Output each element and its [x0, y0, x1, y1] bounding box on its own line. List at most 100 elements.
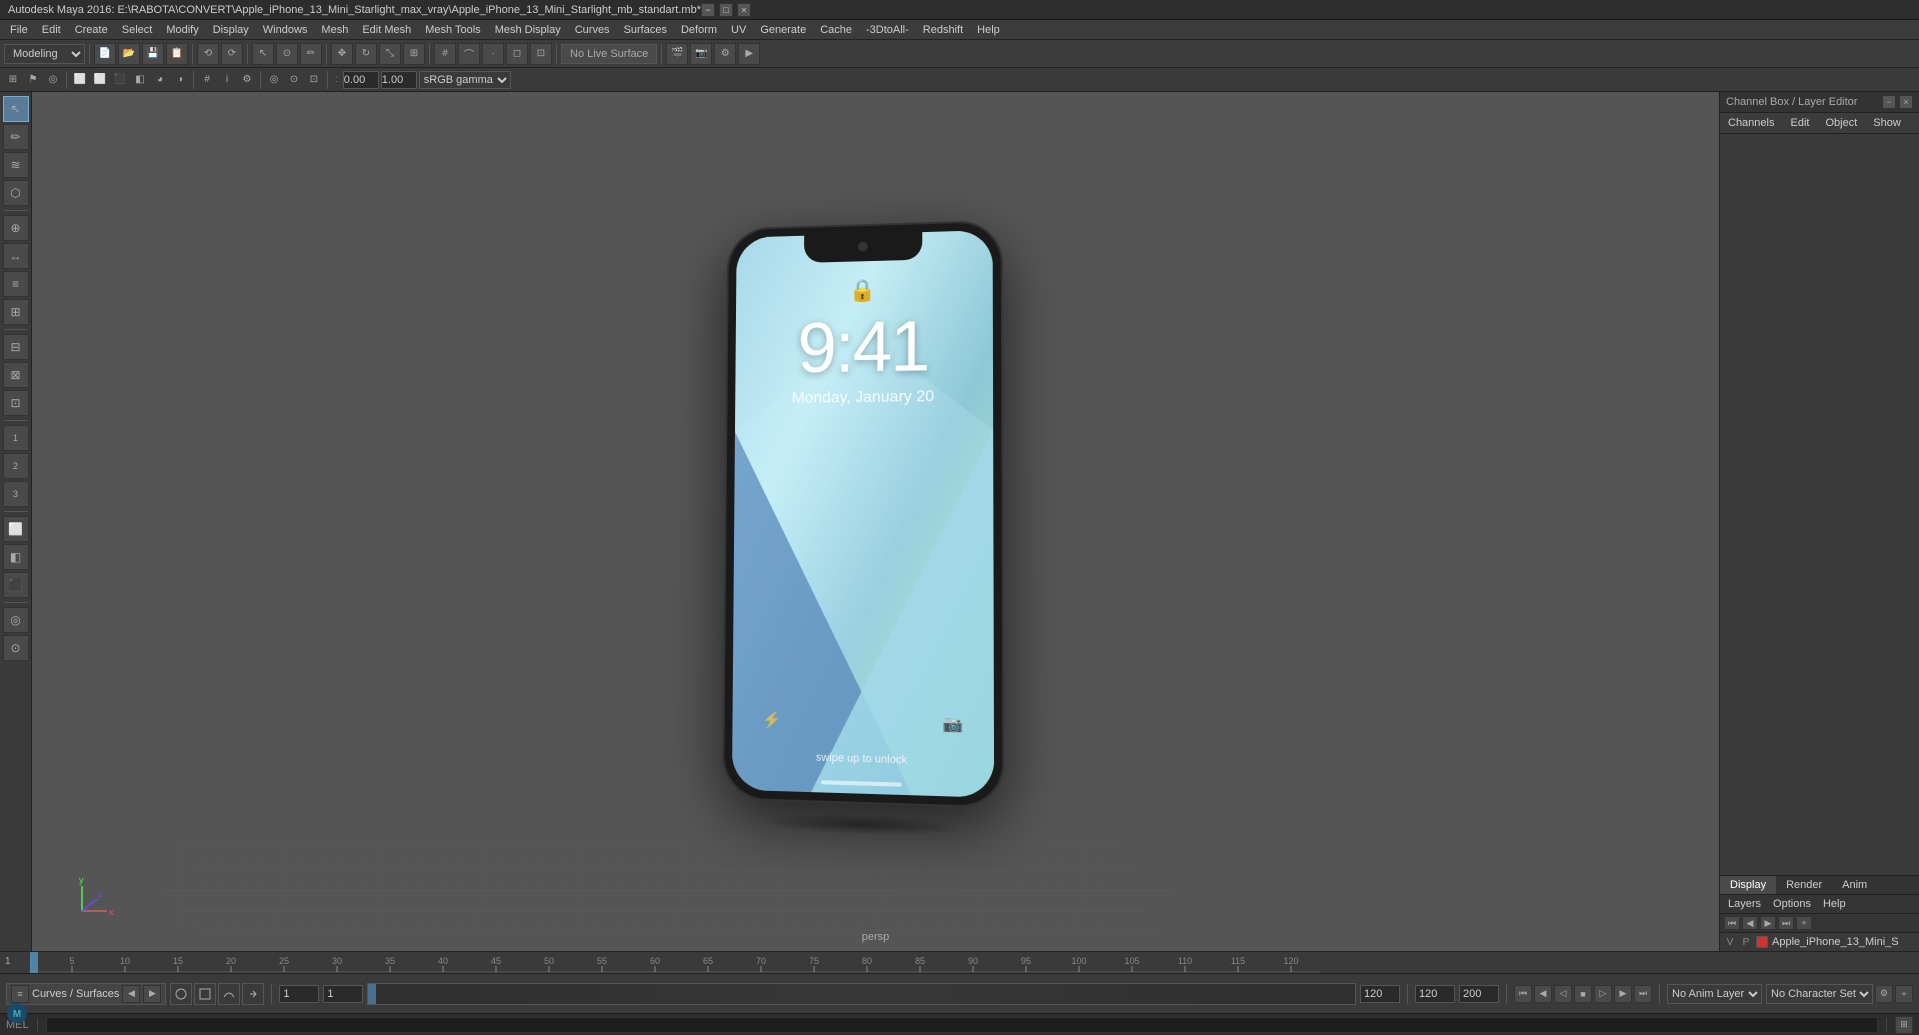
layer-nav-add[interactable]: + [1796, 916, 1812, 930]
layer-p-toggle[interactable]: P [1740, 937, 1752, 948]
snap-surface-button[interactable]: ◻ [506, 43, 528, 65]
menu-file[interactable]: File [4, 22, 34, 38]
mode-next-button[interactable]: ▶ [143, 985, 161, 1003]
stop-button[interactable]: ■ [1574, 985, 1592, 1003]
menu-surfaces[interactable]: Surfaces [618, 22, 673, 38]
light-button[interactable]: ◕ [151, 71, 169, 89]
viewport-options-button[interactable]: ⚙ [238, 71, 256, 89]
misc-tool-2[interactable]: ⊙ [3, 635, 29, 661]
focus-button[interactable]: ⊡ [305, 71, 323, 89]
timeline-track[interactable] [367, 983, 1356, 1005]
square-shape-button[interactable] [194, 983, 216, 1005]
camera-fit-button[interactable]: ⊞ [4, 71, 22, 89]
skip-to-end-button[interactable]: ⏭ [1634, 985, 1652, 1003]
menu-cache[interactable]: Cache [814, 22, 858, 38]
ipr-render-button[interactable]: 📷 [690, 43, 712, 65]
tab-render[interactable]: Render [1776, 876, 1832, 894]
curve-shape-button[interactable] [218, 983, 240, 1005]
playback-start-input[interactable] [1415, 985, 1455, 1003]
bookmark-button[interactable]: ⚑ [24, 71, 42, 89]
current-frame-input[interactable] [323, 985, 363, 1003]
menu-mesh-display[interactable]: Mesh Display [489, 22, 567, 38]
layer-nav-first[interactable]: ⏮ [1724, 916, 1740, 930]
viewport[interactable]: x y z persp [32, 92, 1719, 951]
new-scene-button[interactable]: 📄 [94, 43, 116, 65]
character-set-options-button[interactable]: ⚙ [1875, 985, 1893, 1003]
shading-mode-1[interactable]: ⬜ [3, 516, 29, 542]
snap-curve-button[interactable]: ⌒ [458, 43, 480, 65]
live-surface-button[interactable]: No Live Surface [561, 44, 657, 64]
layer-nav-next[interactable]: ▶ [1760, 916, 1776, 930]
isolate-button[interactable]: ⊙ [285, 71, 303, 89]
view-manip-button[interactable]: ◎ [44, 71, 62, 89]
character-set-add-button[interactable]: + [1895, 985, 1913, 1003]
panel-close-button[interactable]: × [1899, 95, 1913, 109]
snap-tool[interactable]: ⊕ [3, 215, 29, 241]
menu-mesh-tools[interactable]: Mesh Tools [419, 22, 486, 38]
deform-tool[interactable]: ⬡ [3, 180, 29, 206]
menu-edit[interactable]: Edit [36, 22, 67, 38]
frame-end-input[interactable] [1360, 985, 1400, 1003]
menu-windows[interactable]: Windows [257, 22, 314, 38]
anim-layer-dropdown[interactable]: No Anim Layer [1667, 984, 1762, 1004]
tab-show[interactable]: Show [1869, 115, 1905, 131]
menu-deform[interactable]: Deform [675, 22, 723, 38]
lasso-tool-button[interactable]: ⊙ [276, 43, 298, 65]
render-button[interactable]: 🎬 [666, 43, 688, 65]
grid-toggle-button[interactable]: # [198, 71, 216, 89]
menu-create[interactable]: Create [69, 22, 114, 38]
exposure-input[interactable] [343, 71, 379, 89]
measure-tool[interactable]: ↔ [3, 243, 29, 269]
tab-display[interactable]: Display [1720, 876, 1776, 894]
misc-tool-1[interactable]: ◎ [3, 607, 29, 633]
smooth-display-2[interactable]: 2 [3, 453, 29, 479]
select-tool-button[interactable]: ↖ [252, 43, 274, 65]
tab-object[interactable]: Object [1821, 115, 1861, 131]
arrow-shape-button[interactable] [242, 983, 264, 1005]
save-scene-button[interactable]: 💾 [142, 43, 164, 65]
paint-tool[interactable]: ✏ [3, 124, 29, 150]
frame-start-input[interactable] [279, 985, 319, 1003]
play-back-button[interactable]: ◀ [1534, 985, 1552, 1003]
tab-channels[interactable]: Channels [1724, 115, 1778, 131]
render-seq-button[interactable]: ▶ [738, 43, 760, 65]
layer-color-swatch[interactable] [1756, 936, 1768, 948]
node-editor-tool[interactable]: ⊞ [3, 299, 29, 325]
save-as-button[interactable]: 📋 [166, 43, 188, 65]
command-line-input[interactable] [46, 1017, 1878, 1033]
snap-grid-button[interactable]: # [434, 43, 456, 65]
smooth-wire-button[interactable]: ⬜ [91, 71, 109, 89]
skip-to-start-button[interactable]: ⏮ [1514, 985, 1532, 1003]
undo-button[interactable]: ⟲ [197, 43, 219, 65]
mode-prev-button[interactable]: ◀ [122, 985, 140, 1003]
select-all-button[interactable]: ◎ [265, 71, 283, 89]
wireframe-button[interactable]: ⬜ [71, 71, 89, 89]
layers-menu[interactable]: Layers [1724, 897, 1765, 911]
menu-display[interactable]: Display [207, 22, 255, 38]
script-editor-button[interactable]: ⊞ [1895, 1016, 1913, 1034]
expand-mode-button[interactable]: ≡ [11, 985, 29, 1003]
color-space-dropdown[interactable]: sRGB gamma Linear [419, 71, 511, 89]
panel-minimize-button[interactable]: − [1882, 95, 1896, 109]
menu-generate[interactable]: Generate [754, 22, 812, 38]
layer-display-1[interactable]: ⊟ [3, 334, 29, 360]
step-back-button[interactable]: ◁ [1554, 985, 1572, 1003]
gamma-input[interactable] [381, 71, 417, 89]
maximize-button[interactable]: □ [719, 3, 733, 17]
scale-tool-button[interactable]: ⤡ [379, 43, 401, 65]
smooth-display-1[interactable]: 1 [3, 425, 29, 451]
shading-mode-3[interactable]: ⬛ [3, 572, 29, 598]
tab-edit[interactable]: Edit [1786, 115, 1813, 131]
layer-nav-prev[interactable]: ◀ [1742, 916, 1758, 930]
menu-3dtoall[interactable]: -3DtoAll- [860, 22, 915, 38]
layer-display-3[interactable]: ⊡ [3, 390, 29, 416]
texture-button[interactable]: ◧ [131, 71, 149, 89]
universal-manip-button[interactable]: ⊞ [403, 43, 425, 65]
rotate-tool-button[interactable]: ↻ [355, 43, 377, 65]
menu-edit-mesh[interactable]: Edit Mesh [356, 22, 417, 38]
help-menu[interactable]: Help [1819, 897, 1850, 911]
menu-uv[interactable]: UV [725, 22, 752, 38]
layer-nav-last[interactable]: ⏭ [1778, 916, 1794, 930]
close-button[interactable]: × [737, 3, 751, 17]
menu-select[interactable]: Select [116, 22, 159, 38]
